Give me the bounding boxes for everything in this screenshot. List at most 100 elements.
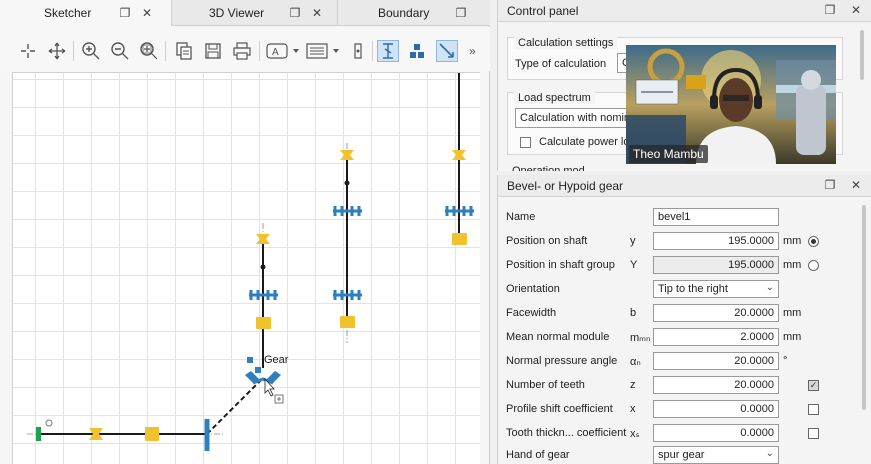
print-button[interactable] [231,40,253,62]
position-in-shaft-group-input[interactable]: 195.0000 [653,256,779,274]
restore-window-icon[interactable]: ❐ [288,6,302,20]
toolbar-overflow-icon[interactable]: » [469,44,476,58]
crosshair-icon [21,44,35,58]
presenter-name-tag: Theo Mambu [629,145,708,163]
coupling-element[interactable] [36,427,41,441]
bevel-panel-title-bar: Bevel- or Hypoid gear ❐ ✕ [498,175,871,197]
save-button[interactable] [202,40,224,62]
blue-force-element[interactable] [249,206,474,300]
restore-window-icon[interactable]: ❐ [454,6,468,20]
svg-text:A: A [272,47,279,58]
close-icon[interactable]: ✕ [849,3,863,17]
chevron-down-icon: ⌄ [765,282,774,293]
tab-3d-viewer[interactable]: 3D Viewer ❐ ✕ [172,0,338,26]
zoom-fit-button[interactable] [138,40,160,62]
zoom-fit-icon [140,42,158,60]
crosshair-tool-button[interactable] [17,40,39,62]
calculate-power-loss-checkbox[interactable] [520,137,531,148]
blocks-icon [410,44,424,58]
profile-shift-coefficient-checkbox[interactable] [808,404,819,415]
calculate-power-loss-label: Calculate power los [539,136,635,148]
floppy-disk-icon [205,43,221,59]
sketcher-toolbar: A » [0,27,490,71]
bearing-marker-icon [354,43,362,59]
line-style-dropdown[interactable] [306,40,342,62]
close-icon[interactable]: ✕ [849,178,863,192]
tab-sketcher[interactable]: Sketcher ❐ ✕ [0,0,172,26]
name-input[interactable]: bevel1 [653,208,779,226]
position-in-shaft-group-unit: mm [783,259,802,271]
tab-boundary-label: Boundary [378,6,430,20]
profile-shift-coefficient-label: Profile shift coefficient [506,403,613,415]
hand-of-gear-select[interactable]: spur gear ⌄ [653,446,779,464]
shaft-node[interactable] [344,180,350,186]
excavator-graphic-icon [686,75,706,89]
position-on-shaft-radio[interactable] [808,236,819,247]
facewidth-unit: mm [783,307,802,319]
mean-normal-module-input[interactable]: 2.0000 [653,328,779,346]
operation-mode-label: Operation mod [512,166,585,171]
copy-button[interactable] [173,40,195,62]
sketch-canvas[interactable]: Gear [12,72,480,464]
hand-of-gear-label: Hand of gear [506,449,570,461]
zoom-out-icon [111,42,129,60]
position-in-shaft-group-symbol: Y [630,259,638,271]
restore-window-icon[interactable]: ❐ [823,3,837,17]
shaft-node[interactable] [260,264,266,270]
position-on-shaft-input[interactable]: 195.0000 [653,232,779,250]
marker-button[interactable] [347,40,369,62]
shaft-tool-button[interactable] [377,40,399,62]
rotation-indicator-icon [45,419,53,427]
shaft-model-drawing[interactable] [13,73,480,464]
restore-window-icon[interactable]: ❐ [823,178,837,192]
app-root: Sketcher ❐ ✕ 3D Viewer ❐ ✕ Boundary ❐ A … [0,0,871,464]
tooth-thickness-coefficient-checkbox[interactable] [808,428,819,439]
sketcher-pane: Sketcher ❐ ✕ 3D Viewer ❐ ✕ Boundary ❐ A … [0,0,490,464]
number-of-teeth-label: Number of teeth [506,379,585,391]
load-spectrum-title: Load spectrum [514,92,595,104]
bevel-panel-scrollbar[interactable] [862,205,866,410]
facewidth-input[interactable]: 20.0000 [653,304,779,322]
number-of-teeth-input[interactable]: 20.0000 [653,376,779,394]
shaft-lines[interactable] [37,73,460,435]
zoom-out-button[interactable] [109,40,131,62]
group-tool-button[interactable] [406,40,428,62]
position-in-shaft-group-label: Position in shaft group [506,259,615,271]
property-row-pressure-angle: Normal pressure angle αₙ 20.0000 ° [498,349,860,373]
type-of-calculation-label: Type of calculation [515,58,607,70]
zoom-in-button[interactable] [80,40,102,62]
load-spectrum-select[interactable]: Calculation with nominal [515,108,635,128]
facewidth-label: Facewidth [506,307,557,319]
tooth-thickness-coefficient-input[interactable]: 0.0000 [653,424,779,442]
diagonal-arrow-icon [439,43,454,58]
hand-of-gear-value: spur gear [658,449,705,461]
property-row-position-on-shaft: Position on shaft y 195.0000 mm [498,229,860,253]
restore-window-icon[interactable]: ❐ [118,6,132,20]
property-row-facewidth: Facewidth b 20.0000 mm [498,301,860,325]
property-row-name: Name bevel1 [498,205,860,229]
pan-button[interactable] [46,40,68,62]
tooth-thickness-coefficient-label: Tooth thickn... coefficient [506,427,627,439]
close-icon[interactable]: ✕ [140,6,154,20]
text-box-icon: A [266,43,299,59]
close-icon[interactable]: ✕ [310,6,324,20]
connect-tool-button[interactable] [436,40,458,62]
position-in-shaft-group-radio[interactable] [808,260,819,271]
calculation-settings-title: Calculation settings [514,37,618,49]
position-on-shaft-symbol: y [630,235,636,247]
orientation-select[interactable]: Tip to the right ⌄ [653,280,779,298]
orientation-label: Orientation [506,283,560,295]
number-of-teeth-checkbox[interactable]: ✓ [808,380,819,391]
text-style-dropdown[interactable]: A [266,40,302,62]
property-row-hand-of-gear: Hand of gear spur gear ⌄ [498,443,860,464]
tab-3d-viewer-label: 3D Viewer [209,6,265,20]
shaft-align-icon [383,43,393,59]
tab-boundary[interactable]: Boundary ❐ [338,0,490,26]
control-panel-title-bar: Control panel ❐ ✕ [498,0,871,22]
profile-shift-coefficient-input[interactable]: 0.0000 [653,400,779,418]
bearing-block[interactable] [145,233,467,441]
normal-pressure-angle-input[interactable]: 20.0000 [653,352,779,370]
property-row-profile-shift: Profile shift coefficient x 0.0000 [498,397,860,421]
facewidth-symbol: b [630,307,637,319]
control-panel-scrollbar[interactable] [860,30,864,80]
